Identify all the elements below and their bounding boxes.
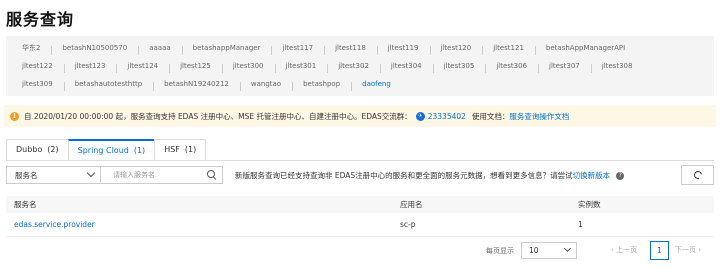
search-icon[interactable] bbox=[207, 170, 217, 180]
service-name-link[interactable]: edas.service.provider bbox=[14, 220, 95, 229]
tab-dubbo[interactable]: Dubbo (2) bbox=[6, 139, 69, 161]
namespace-item[interactable]: jltest308 bbox=[590, 62, 644, 73]
chevron-down-icon bbox=[86, 168, 96, 178]
table-row: edas.service.provider sc-p 1 bbox=[6, 213, 714, 237]
namespace-item[interactable]: jltest121 bbox=[482, 44, 535, 55]
field-select-value: 服务名 bbox=[15, 170, 38, 180]
namespace-item[interactable]: jltest120 bbox=[429, 44, 483, 55]
namespace-item[interactable]: jltest305 bbox=[432, 62, 486, 73]
tab-label: HSF bbox=[164, 145, 180, 154]
tip-text: 新版服务查询已经支持查询非 EDAS注册中心的服务和更全面的服务元数据，想看到更… bbox=[235, 171, 573, 180]
registry-tabs: Dubbo (2) Spring Cloud (1) HSF (1) bbox=[6, 139, 207, 161]
group-number-link[interactable]: 23335402 bbox=[428, 112, 466, 121]
doc-link[interactable]: 服务查询操作文档 bbox=[509, 111, 569, 122]
page-size-value: 10 bbox=[529, 246, 539, 255]
namespace-item[interactable]: jltest124 bbox=[116, 62, 169, 73]
doc-prefix: 使用文档： bbox=[471, 111, 510, 121]
namespace-item[interactable]: jltest119 bbox=[376, 44, 430, 55]
namespace-item[interactable]: jltest122 bbox=[6, 62, 64, 70]
prev-page-button[interactable]: ‹ 上一页 bbox=[611, 245, 637, 255]
header-instances: 实例数 bbox=[578, 200, 601, 209]
tab-divider bbox=[6, 160, 714, 161]
namespace-item[interactable]: jltest300 bbox=[221, 62, 275, 73]
namespace-item[interactable]: jltest123 bbox=[63, 62, 117, 73]
prev-page-label: 上一页 bbox=[616, 246, 638, 254]
search-input[interactable] bbox=[101, 167, 201, 183]
tab-hsf[interactable]: HSF (1) bbox=[154, 139, 207, 161]
page-size-select[interactable]: 10 bbox=[521, 242, 577, 259]
warning-icon: ! bbox=[10, 111, 19, 121]
namespace-item[interactable]: betashautotesthttp bbox=[63, 80, 153, 91]
namespace-item[interactable]: jltest306 bbox=[485, 62, 538, 73]
namespace-item[interactable]: jltest301 bbox=[274, 62, 328, 73]
instance-count: 1 bbox=[578, 220, 583, 229]
app-name: sc-p bbox=[400, 220, 416, 229]
upgrade-tip: 新版服务查询已经支持查询非 EDAS注册中心的服务和更全面的服务元数据，想看到更… bbox=[235, 170, 625, 181]
next-page-label: 下一页 bbox=[675, 246, 696, 254]
pagination: 每页显示 10 ‹ 上一页 1 下一页 › bbox=[0, 240, 720, 260]
refresh-icon bbox=[692, 169, 703, 181]
namespace-item[interactable]: jltest307 bbox=[538, 62, 591, 73]
help-icon[interactable]: ? bbox=[616, 171, 625, 180]
search-box bbox=[100, 166, 223, 184]
namespace-item[interactable]: betashAppManagerAPI bbox=[534, 44, 636, 55]
namespace-item[interactable]: 华东2 bbox=[6, 43, 51, 53]
tab-count: (2) bbox=[47, 145, 59, 154]
header-service: 服务名 bbox=[14, 200, 37, 209]
field-select[interactable]: 服务名 bbox=[6, 166, 101, 184]
namespace-item[interactable]: jltest304 bbox=[379, 62, 433, 73]
namespace-item[interactable]: jltest117 bbox=[271, 44, 324, 55]
namespace-item[interactable]: betashappManager bbox=[181, 44, 272, 55]
refresh-button[interactable] bbox=[681, 165, 714, 185]
namespace-item[interactable]: jltest302 bbox=[327, 62, 380, 73]
namespace-item[interactable]: daofeng bbox=[351, 80, 402, 91]
tab-label: Spring Cloud bbox=[77, 146, 129, 155]
namespace-row: 华东2 betashN10500570 aaaaa betashappManager j… bbox=[6, 41, 636, 55]
tab-count: (1) bbox=[184, 145, 197, 154]
chevron-down-icon bbox=[563, 244, 572, 253]
services-table: 服务名 应用名 实例数 edas.service.provider sc-p 1 bbox=[6, 196, 714, 237]
table-header: 服务名 应用名 实例数 bbox=[6, 196, 714, 213]
namespace-item[interactable]: jltest118 bbox=[324, 44, 377, 55]
dingtalk-icon: ✈ bbox=[415, 111, 425, 121]
notice-banner: ! 自 2020/01/20 00:00:00 起，服务查询支持 EDAS 注册… bbox=[4, 105, 716, 127]
next-page-button[interactable]: 下一页 › bbox=[675, 245, 701, 255]
tab-label: Dubbo bbox=[16, 145, 43, 154]
namespace-item[interactable]: jltest125 bbox=[169, 62, 222, 73]
namespace-item[interactable]: betashN19240212 bbox=[153, 80, 240, 91]
namespace-item[interactable]: wangtao bbox=[239, 80, 292, 91]
namespace-item[interactable]: betashpop bbox=[292, 80, 351, 91]
current-page-button[interactable]: 1 bbox=[650, 241, 669, 260]
page-title: 服务查询 bbox=[6, 10, 75, 29]
tab-spring-cloud[interactable]: Spring Cloud (1) bbox=[67, 139, 156, 161]
header-app: 应用名 bbox=[400, 200, 423, 209]
notice-text: 自 2020/01/20 00:00:00 起，服务查询支持 EDAS 注册中心… bbox=[24, 111, 412, 121]
namespace-item[interactable]: jltest309 bbox=[6, 80, 64, 88]
namespace-item[interactable]: aaaaa bbox=[138, 44, 181, 55]
tab-count: (1) bbox=[133, 146, 146, 155]
namespace-row: jltest309 betashautotesthttp betashN192402… bbox=[6, 77, 402, 91]
namespace-item[interactable]: betashN10500570 bbox=[51, 44, 138, 55]
page-size-label: 每页显示 bbox=[486, 247, 514, 255]
namespace-row: jltest122 jltest123 jltest124 jltest125 jlte… bbox=[6, 59, 643, 73]
switch-version-link[interactable]: 切换新版本 bbox=[573, 170, 611, 181]
namespace-panel: 华东2 betashN10500570 aaaaa betashappManager j… bbox=[6, 36, 714, 96]
